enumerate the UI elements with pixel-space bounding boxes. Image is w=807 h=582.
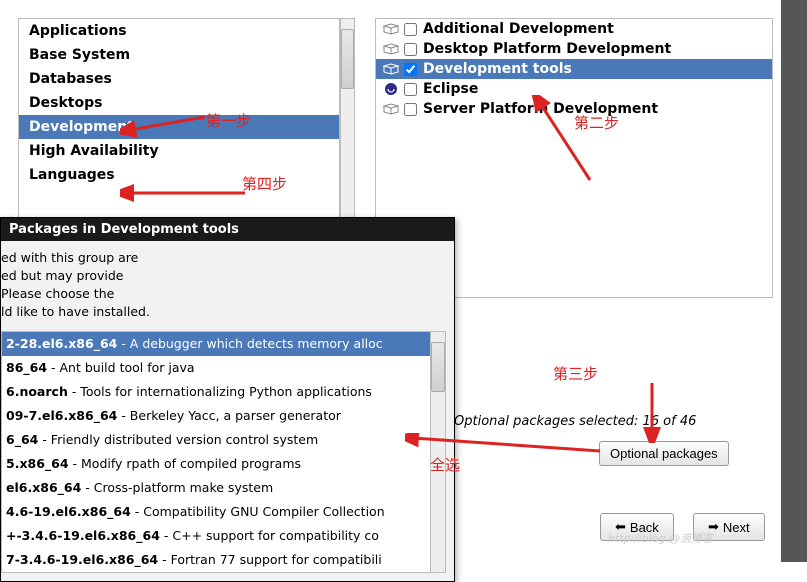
group-label: Desktop Platform Development <box>423 41 671 57</box>
list-item[interactable]: 86_64 - Ant build tool for java <box>2 356 445 380</box>
group-desktop-platform-development[interactable]: Desktop Platform Development <box>376 39 772 59</box>
list-item[interactable]: 4.6-19.el6.x86_64 - Compatibility GNU Co… <box>2 500 445 524</box>
package-icon <box>382 61 400 77</box>
dialog-text-line: ed with this group are <box>1 249 446 267</box>
package-list: 2-28.el6.x86_64 - A debugger which detec… <box>1 331 446 573</box>
category-databases[interactable]: Databases <box>19 67 339 91</box>
packages-dialog: Packages in Development tools ed with th… <box>0 217 455 582</box>
category-desktops[interactable]: Desktops <box>19 91 339 115</box>
list-item[interactable]: el6.x86_64 - Cross-platform make system <box>2 476 445 500</box>
list-item[interactable]: 6.noarch - Tools for internationalizing … <box>2 380 445 404</box>
package-scrollbar[interactable] <box>430 332 445 572</box>
optional-count-label: Optional packages selected: 16 of 46 <box>454 414 696 429</box>
category-languages[interactable]: Languages <box>19 163 339 187</box>
dialog-title: Packages in Development tools <box>1 218 454 241</box>
annotation-arrow <box>640 378 670 443</box>
group-checkbox[interactable] <box>404 63 417 76</box>
annotation-step3: 第三步 <box>553 363 598 384</box>
category-base-system[interactable]: Base System <box>19 43 339 67</box>
group-checkbox[interactable] <box>404 43 417 56</box>
group-checkbox[interactable] <box>404 23 417 36</box>
optional-packages-button[interactable]: Optional packages <box>599 441 729 466</box>
eclipse-icon <box>382 81 400 97</box>
group-additional-development[interactable]: Additional Development <box>376 19 772 39</box>
group-label: Eclipse <box>423 81 478 97</box>
dialog-body: ed with this group are ed but may provid… <box>1 241 454 581</box>
list-item[interactable]: 5.x86_64 - Modify rpath of compiled prog… <box>2 452 445 476</box>
package-icon <box>382 41 400 57</box>
group-server-platform-development[interactable]: Server Platform Development <box>376 99 772 119</box>
dialog-text-line: ld like to have installed. <box>1 303 446 321</box>
package-icon <box>382 21 400 37</box>
list-item[interactable]: 6_64 - Friendly distributed version cont… <box>2 428 445 452</box>
group-eclipse[interactable]: Eclipse <box>376 79 772 99</box>
scrollbar-thumb[interactable] <box>341 29 354 89</box>
list-item[interactable]: 09-7.el6.x86_64 - Berkeley Yacc, a parse… <box>2 404 445 428</box>
list-item[interactable]: 7-3.4.6-19.el6.x86_64 - Fortran 77 suppo… <box>2 548 445 572</box>
group-checkbox[interactable] <box>404 83 417 96</box>
list-item[interactable]: +-3.4.6-19.el6.x86_64 - C++ support for … <box>2 524 445 548</box>
scrollbar-thumb[interactable] <box>431 342 445 392</box>
group-label: Server Platform Development <box>423 101 658 117</box>
window-sidebar <box>781 0 807 562</box>
category-applications[interactable]: Applications <box>19 19 339 43</box>
list-item[interactable]: 2-28.el6.x86_64 - A debugger which detec… <box>2 332 445 356</box>
group-label: Additional Development <box>423 21 614 37</box>
category-high-availability[interactable]: High Availability <box>19 139 339 163</box>
dialog-text-line: ed but may provide <box>1 267 446 285</box>
dialog-text-line: Please choose the <box>1 285 446 303</box>
main-area: Applications Base System Databases Deskt… <box>0 0 781 562</box>
group-development-tools[interactable]: Development tools <box>376 59 772 79</box>
watermark: http://blog.@浪博客 <box>608 530 713 546</box>
group-label: Development tools <box>423 61 572 77</box>
category-development[interactable]: Development <box>19 115 339 139</box>
group-checkbox[interactable] <box>404 103 417 116</box>
next-label: Next <box>723 520 750 535</box>
package-icon <box>382 101 400 117</box>
